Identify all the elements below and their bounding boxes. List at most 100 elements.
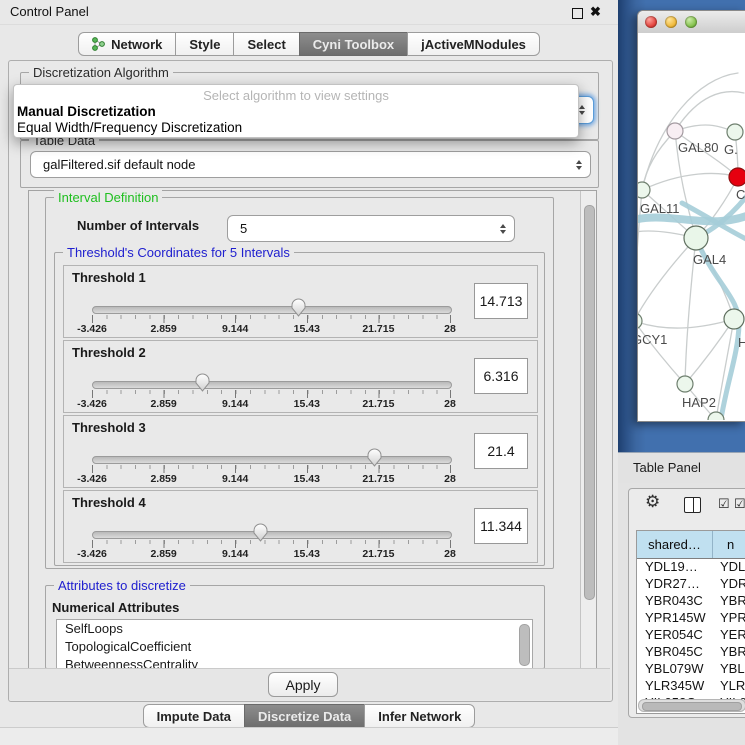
tab-discretize-data[interactable]: Discretize Data <box>244 704 365 728</box>
slider-scale-label: 9.144 <box>222 323 248 335</box>
minimize-traffic-light-icon[interactable] <box>665 16 677 28</box>
column-header-name[interactable]: n <box>713 531 745 558</box>
cell-shared-name[interactable]: YDL19… <box>637 559 712 576</box>
attribute-list-item[interactable]: SelfLoops <box>57 620 532 638</box>
number-of-intervals-spinner[interactable]: 5 <box>227 215 515 242</box>
slider-scale-label: 21.715 <box>362 398 394 410</box>
close-traffic-light-icon[interactable] <box>645 16 657 28</box>
scrollpane-scrollbar-track[interactable] <box>580 191 596 669</box>
cell-shared-name[interactable]: YLR345W <box>637 678 712 695</box>
slider-tick-marks <box>92 390 451 398</box>
tab-impute-data[interactable]: Impute Data <box>143 704 245 728</box>
network-node-label: HAP2 <box>682 395 716 410</box>
tab-label: Network <box>111 37 162 52</box>
tab-infer-network[interactable]: Infer Network <box>364 704 475 728</box>
popup-option-equal-width[interactable]: Equal Width/Frequency Discretization <box>17 120 242 135</box>
popup-option-manual[interactable]: Manual Discretization <box>17 104 156 119</box>
cell-name[interactable]: YBR0 <box>712 593 745 610</box>
table-row[interactable]: YDL19…YDL1 <box>637 559 745 576</box>
zoom-traffic-light-icon[interactable] <box>685 16 697 28</box>
cell-shared-name[interactable]: YBL079W <box>637 661 712 678</box>
columns-icon[interactable] <box>684 497 701 513</box>
list-scrollbar[interactable] <box>519 624 530 666</box>
network-node-h[interactable] <box>724 309 744 329</box>
top-tab-bar: Network Style SelectCyni Toolbox jActiveMNo… <box>0 32 618 56</box>
slider-scale-label: 15.43 <box>294 323 320 335</box>
close-icon[interactable]: ✖ <box>590 4 601 20</box>
threshold-value-field[interactable]: 14.713 <box>474 283 528 319</box>
checkbox-icon[interactable]: ☑ <box>718 496 730 512</box>
table-scrollbar-thumb[interactable] <box>642 702 742 711</box>
gear-icon[interactable]: ⚙ <box>645 492 660 512</box>
cell-shared-name[interactable]: YDR27… <box>637 576 712 593</box>
network-canvas[interactable]: GAL80G.CGAL11GAL4GCY1HHAP2 <box>638 33 745 420</box>
tab-style[interactable]: Style <box>175 32 234 56</box>
network-node-gcy1[interactable] <box>638 313 642 329</box>
network-node-gal11[interactable] <box>638 182 650 198</box>
table-row[interactable]: YBR045CYBR0 <box>637 644 745 661</box>
table-row[interactable]: YBL079WYBL0 <box>637 661 745 678</box>
table-row[interactable]: YPR145WYPR1 <box>637 610 745 627</box>
threshold-slider-track[interactable] <box>92 381 452 389</box>
tab-network[interactable]: Network <box>78 32 176 56</box>
threshold-slider-track[interactable] <box>92 531 452 539</box>
numerical-attributes-list[interactable]: SelfLoopsTopologicalCoefficientBetweenne… <box>56 619 533 669</box>
cell-name[interactable]: YDR2 <box>712 576 745 593</box>
apply-button[interactable]: Apply <box>268 672 338 697</box>
slider-scale: -3.4262.8599.14415.4321.71528 <box>64 398 537 410</box>
table-row[interactable]: YBR043CYBR0 <box>637 593 745 610</box>
cell-shared-name[interactable]: YER054C <box>637 627 712 644</box>
tab-label: Impute Data <box>157 709 231 724</box>
network-edge <box>638 238 696 321</box>
cell-name[interactable]: YBR0 <box>712 644 745 661</box>
cell-name[interactable]: YBL0 <box>712 661 745 678</box>
slider-scale: -3.4262.8599.14415.4321.71528 <box>64 473 537 485</box>
network-node-g[interactable] <box>727 124 743 140</box>
table-panel-title: Table Panel <box>633 453 701 483</box>
float-window-icon[interactable] <box>572 8 583 19</box>
slider-scale-label: 2.859 <box>150 323 176 335</box>
column-header-shared[interactable]: shared… <box>637 531 713 558</box>
cell-shared-name[interactable]: YPR145W <box>637 610 712 627</box>
threshold-slider-track[interactable] <box>92 456 452 464</box>
table-data-combo[interactable]: galFiltered.sif default node <box>30 151 591 178</box>
threshold-slider-track[interactable] <box>92 306 452 314</box>
network-node-gal80[interactable] <box>667 123 683 139</box>
slider-scale-label: -3.426 <box>77 323 107 335</box>
slider-scale-label: 21.715 <box>362 473 394 485</box>
network-edge <box>638 321 685 384</box>
tab-label: Infer Network <box>378 709 461 724</box>
attribute-list-item[interactable]: TopologicalCoefficient <box>57 638 532 656</box>
tab-label: jActiveMNodules <box>421 37 526 52</box>
network-node-hap2[interactable] <box>677 376 693 392</box>
tab-jactivemnodules[interactable]: jActiveMNodules <box>407 32 540 56</box>
cell-name[interactable]: YER0 <box>712 627 745 644</box>
threshold-value-field[interactable]: 11.344 <box>474 508 528 544</box>
cell-name[interactable]: YPR1 <box>712 610 745 627</box>
network-node-gal4[interactable] <box>684 226 708 250</box>
spinner-arrows-icon <box>500 224 506 234</box>
table-row[interactable]: YER054CYER0 <box>637 627 745 644</box>
network-window-titlebar[interactable] <box>638 11 745 34</box>
number-of-intervals-label: Number of Intervals <box>77 218 199 233</box>
tab-cyni-toolbox[interactable]: Cyni Toolbox <box>299 32 408 56</box>
threshold-value-field[interactable]: 21.4 <box>474 433 528 469</box>
cell-shared-name[interactable]: YBR043C <box>637 593 712 610</box>
combo-arrows-icon <box>579 105 585 115</box>
table-horizontal-scrollbar[interactable] <box>638 699 745 712</box>
table-row[interactable]: YLR345WYLR3 <box>637 678 745 695</box>
slider-tick-marks <box>92 540 451 548</box>
cell-shared-name[interactable]: YBR045C <box>637 644 712 661</box>
cell-name[interactable]: YLR3 <box>712 678 745 695</box>
table-row[interactable]: YDR27…YDR2 <box>637 576 745 593</box>
scrollpane-scrollbar-thumb[interactable] <box>584 205 595 600</box>
cell-name[interactable]: YDL1 <box>712 559 745 576</box>
slider-scale-label: 2.859 <box>150 398 176 410</box>
tab-select[interactable]: Select <box>233 32 299 56</box>
network-node-c[interactable] <box>729 168 745 186</box>
threshold-value-field[interactable]: 6.316 <box>474 358 528 394</box>
tab-label: Style <box>189 37 220 52</box>
checkbox-icon[interactable]: ☑ <box>734 496 745 512</box>
slider-scale-label: -3.426 <box>77 548 107 560</box>
node-attribute-table[interactable]: shared… n YDL19…YDL1YDR27…YDR2YBR043CYBR… <box>636 530 745 714</box>
